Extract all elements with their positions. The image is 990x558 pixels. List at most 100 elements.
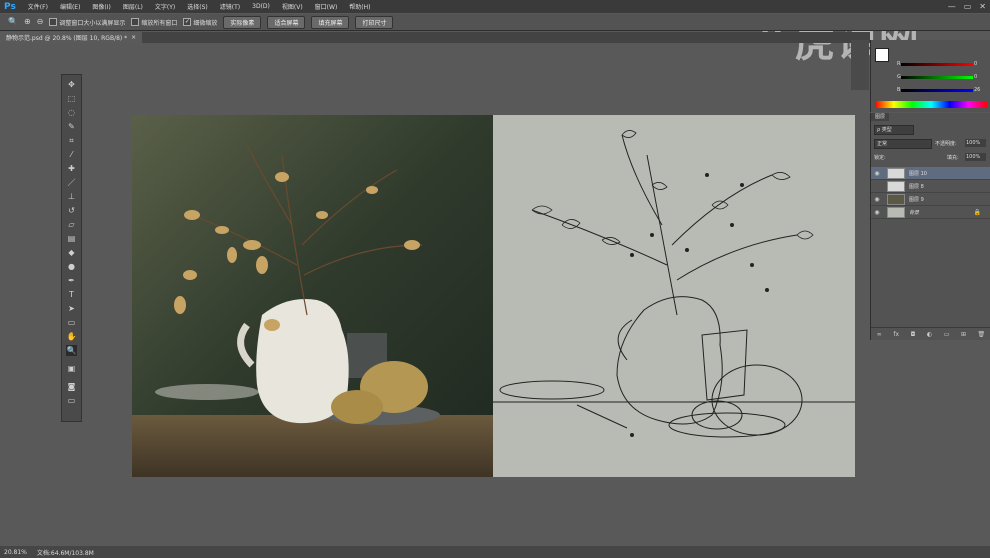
layer-style-icon[interactable]: fx — [893, 331, 899, 338]
layer-thumbnail — [887, 206, 905, 218]
menu-help[interactable]: 帮助(H) — [343, 2, 376, 11]
b-value[interactable]: 26 — [974, 87, 980, 93]
b-slider[interactable] — [901, 89, 973, 92]
pen-tool-icon[interactable]: ✒ — [66, 275, 77, 286]
r-label: R — [897, 61, 901, 67]
brush-tool-icon[interactable]: ／ — [66, 177, 77, 188]
g-slider[interactable] — [901, 76, 973, 79]
quick-select-tool-icon[interactable]: ✎ — [66, 121, 77, 132]
layer-filter-select[interactable]: ρ 类型 — [874, 125, 914, 135]
layer-name[interactable]: 背景 — [909, 209, 919, 216]
menu-select[interactable]: 选择(S) — [181, 2, 214, 11]
zoom-all-checkbox[interactable]: 缩放所有窗口 — [131, 18, 177, 27]
zoom-tool-icon[interactable]: 🔍 — [8, 18, 18, 26]
layers-tab[interactable]: 图层 — [871, 113, 890, 121]
visibility-eye-icon[interactable]: ◉ — [871, 170, 883, 177]
toolbox: ✥ ⬚ ◌ ✎ ⌗ ⁄ ✚ ／ ⊥ ↺ ▱ ▤ ◆ ● ✒ T ➤ ▭ ✋ 🔍 … — [61, 74, 82, 422]
layer-name[interactable]: 图层 8 — [909, 183, 924, 190]
menu-filter[interactable]: 滤镜(T) — [214, 2, 246, 11]
gradient-tool-icon[interactable]: ▤ — [66, 233, 77, 244]
close-button[interactable]: ✕ — [979, 2, 986, 11]
menu-3d[interactable]: 3D(D) — [246, 3, 276, 10]
delete-layer-icon[interactable]: 🗑 — [978, 331, 986, 338]
layer-row[interactable]: ◉ 图层 10 — [871, 167, 990, 180]
layer-thumbnail — [887, 180, 905, 192]
window-controls: — ▭ ✕ — [948, 0, 986, 13]
options-bar: 🔍 ⊕ ⊖ 调整窗口大小以满屏显示 缩放所有窗口 ✓ 细微缩放 实际像素 适合屏幕… — [0, 14, 990, 31]
path-select-icon[interactable]: ➤ — [66, 303, 77, 314]
r-slider[interactable] — [901, 63, 973, 66]
menu-type[interactable]: 文字(Y) — [149, 2, 181, 11]
document-tab-title: 静物示范.psd @ 20.8% (图层 10, RGB/8) * — [6, 35, 128, 42]
zoom-in-icon[interactable]: ⊕ — [24, 18, 31, 26]
minimize-button[interactable]: — — [948, 2, 956, 11]
visibility-eye-icon[interactable]: ◉ — [871, 209, 883, 216]
lasso-tool-icon[interactable]: ◌ — [66, 107, 77, 118]
b-label: B — [897, 87, 901, 93]
adjustment-layer-icon[interactable]: ◐ — [927, 331, 932, 338]
color-spectrum-bar[interactable] — [875, 101, 987, 108]
layer-thumbnail — [887, 167, 905, 179]
layer-name[interactable]: 图层 10 — [909, 170, 927, 177]
layers-panel: 图层 ρ 类型 正常 不透明度: 100% 锁定: 填充: 100% ◉ 图层 … — [870, 113, 990, 340]
move-tool-icon[interactable]: ✥ — [66, 79, 77, 90]
actual-pixels-button[interactable]: 实际像素 — [223, 15, 262, 29]
menu-layer[interactable]: 图层(L) — [117, 2, 149, 11]
zoom-tool-icon[interactable]: 🔍 — [66, 345, 77, 356]
photo-table — [132, 415, 493, 477]
color-panel: R 0 G 0 B 26 — [870, 40, 990, 112]
opacity-input[interactable]: 100% — [965, 139, 986, 147]
maximize-button[interactable]: ▭ — [964, 2, 972, 11]
lock-icon: 🔒 — [973, 208, 981, 216]
layer-name[interactable]: 图层 9 — [909, 196, 924, 203]
menu-file[interactable]: 文件(F) — [22, 2, 54, 11]
app-logo: Ps — [4, 1, 16, 12]
print-size-button[interactable]: 打印尺寸 — [355, 15, 394, 29]
r-value[interactable]: 0 — [974, 61, 977, 67]
document-canvas[interactable] — [132, 115, 855, 477]
layer-row[interactable]: 图层 8 — [871, 180, 990, 193]
document-tab[interactable]: 静物示范.psd @ 20.8% (图层 10, RGB/8) * × — [0, 32, 143, 43]
zoom-level[interactable]: 20.81% — [4, 549, 27, 556]
layer-row[interactable]: ◉ 背景 🔒 — [871, 206, 990, 219]
fill-input[interactable]: 100% — [965, 153, 986, 161]
scrubby-zoom-checkbox[interactable]: ✓ 细微缩放 — [183, 18, 217, 27]
tab-close-icon[interactable]: × — [131, 34, 136, 41]
add-mask-icon[interactable]: ◘ — [911, 331, 916, 338]
new-layer-icon[interactable]: ⊞ — [961, 331, 966, 338]
fit-screen-button[interactable]: 适合屏幕 — [267, 15, 306, 29]
link-layers-icon[interactable]: ∞ — [877, 331, 882, 338]
color-swatch-icon[interactable]: ▣ — [66, 363, 77, 374]
blur-tool-icon[interactable]: ◆ — [66, 247, 77, 258]
menu-image[interactable]: 图像(I) — [86, 2, 116, 11]
sketch-background — [493, 115, 855, 477]
g-value[interactable]: 0 — [974, 74, 977, 80]
dodge-tool-icon[interactable]: ● — [66, 261, 77, 272]
visibility-eye-icon[interactable]: ◉ — [871, 196, 883, 203]
menu-edit[interactable]: 编辑(E) — [54, 2, 86, 11]
new-group-icon[interactable]: ▭ — [944, 331, 950, 338]
eyedropper-tool-icon[interactable]: ⁄ — [66, 149, 77, 160]
blend-mode-select[interactable]: 正常 — [874, 139, 932, 149]
eraser-tool-icon[interactable]: ▱ — [66, 219, 77, 230]
panel-dock-strip — [851, 40, 869, 90]
history-brush-icon[interactable]: ↺ — [66, 205, 77, 216]
fill-screen-button[interactable]: 填充屏幕 — [311, 15, 350, 29]
stamp-tool-icon[interactable]: ⊥ — [66, 191, 77, 202]
type-tool-icon[interactable]: T — [66, 289, 77, 300]
zoom-out-icon[interactable]: ⊖ — [37, 18, 44, 26]
hand-tool-icon[interactable]: ✋ — [66, 331, 77, 342]
quick-mask-icon[interactable]: ◙ — [66, 381, 77, 392]
screen-mode-icon[interactable]: ▭ — [66, 395, 77, 406]
marquee-tool-icon[interactable]: ⬚ — [66, 93, 77, 104]
foreground-color-swatch[interactable] — [875, 48, 889, 62]
opacity-label: 不透明度: — [935, 141, 957, 147]
crop-tool-icon[interactable]: ⌗ — [66, 135, 77, 146]
menu-view[interactable]: 视图(V) — [276, 2, 309, 11]
layer-row[interactable]: ◉ 图层 9 — [871, 193, 990, 206]
shape-tool-icon[interactable]: ▭ — [66, 317, 77, 328]
resize-windows-checkbox[interactable]: 调整窗口大小以满屏显示 — [49, 18, 125, 27]
menu-window[interactable]: 窗口(W) — [309, 2, 344, 11]
status-bar: 20.81% 文档:64.6M/103.8M — [0, 546, 990, 558]
healing-tool-icon[interactable]: ✚ — [66, 163, 77, 174]
